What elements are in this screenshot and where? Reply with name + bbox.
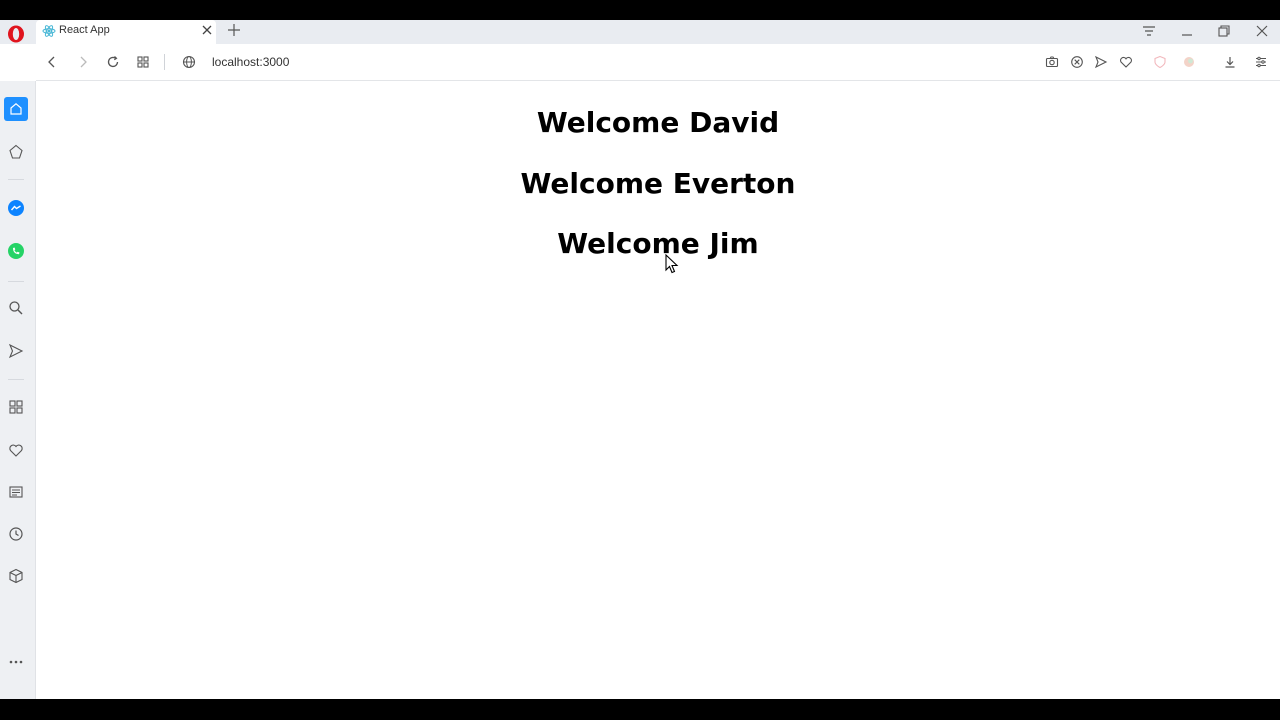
globe-icon (182, 55, 196, 69)
tab-title: React App (59, 24, 110, 36)
tab-strip: React App (0, 20, 1280, 44)
news-icon[interactable] (7, 483, 25, 501)
sidebar (0, 81, 36, 699)
more-options-icon[interactable] (7, 653, 25, 671)
extension-icon[interactable] (1181, 54, 1197, 70)
messenger-icon[interactable] (7, 199, 25, 217)
sidebar-divider (8, 379, 24, 380)
heart-icon[interactable] (1118, 54, 1134, 70)
vpn-shield-icon[interactable] (1152, 54, 1168, 70)
send-icon[interactable] (1093, 54, 1109, 70)
opera-logo-icon[interactable] (6, 24, 26, 44)
mouse-cursor-icon (665, 254, 679, 274)
tabs-grid-icon[interactable] (135, 54, 151, 70)
address-bar: localhost:3000 (36, 44, 1280, 81)
new-tab-icon[interactable] (226, 22, 242, 38)
speed-dial-icon[interactable] (7, 398, 25, 416)
bookmarks-icon[interactable] (7, 143, 25, 161)
greeting-heading: Welcome Everton (520, 167, 796, 200)
sidebar-top-spacer (0, 44, 36, 81)
heart-icon[interactable] (7, 441, 25, 459)
sidebar-divider (8, 281, 24, 282)
forward-icon[interactable] (75, 54, 91, 70)
url-field[interactable]: localhost:3000 (212, 55, 289, 69)
block-ads-icon[interactable] (1069, 54, 1085, 70)
page-content: Welcome David Welcome Everton Welcome Ji… (36, 81, 1280, 699)
easy-setup-icon[interactable] (1139, 22, 1159, 40)
toolbar-separator (164, 54, 165, 70)
extensions-icon[interactable] (7, 567, 25, 585)
close-window-icon[interactable] (1252, 22, 1272, 40)
camera-icon[interactable] (1044, 54, 1060, 70)
home-icon (10, 103, 22, 115)
greeting-heading: Welcome Jim (557, 227, 759, 260)
sidebar-divider (8, 179, 24, 180)
search-icon[interactable] (7, 299, 25, 317)
history-icon[interactable] (7, 525, 25, 543)
close-tab-icon[interactable] (200, 23, 214, 37)
tab-react-app[interactable]: React App (36, 20, 216, 44)
back-icon[interactable] (44, 54, 60, 70)
greeting-heading: Welcome David (536, 106, 780, 139)
restore-icon[interactable] (1214, 22, 1234, 40)
whatsapp-icon[interactable] (7, 242, 25, 260)
sidebar-item-home[interactable] (4, 97, 28, 121)
reload-icon[interactable] (105, 54, 121, 70)
minimize-icon[interactable] (1177, 22, 1197, 40)
download-icon[interactable] (1222, 54, 1238, 70)
settings-menu-icon[interactable] (1253, 54, 1269, 70)
screen: React App localhost:3000 Welcome David W… (0, 0, 1280, 720)
flow-icon[interactable] (7, 342, 25, 360)
react-icon (42, 25, 56, 37)
